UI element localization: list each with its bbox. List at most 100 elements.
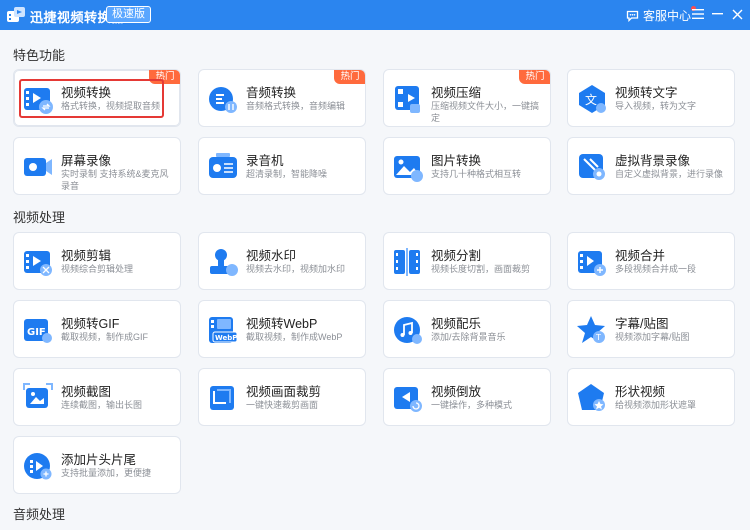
tool-description: 超清录制，智能降噪 xyxy=(246,169,328,179)
tool-card-intro-outro[interactable]: 添加片头片尾 支持批量添加，更便捷 xyxy=(13,436,181,494)
tool-description: 一键操作，多种模式 xyxy=(431,400,513,410)
tool-description: 自定义虚拟背景，进行录像 xyxy=(615,169,724,179)
music-icon xyxy=(394,317,422,344)
video-to-text-icon: 文 xyxy=(579,85,606,113)
tool-description: 视频添加字幕/贴图 xyxy=(615,332,690,342)
tool-card-video-to-text[interactable]: 文 视频转文字 导入视频，转为文字 xyxy=(567,69,735,127)
tool-card-watermark[interactable]: 视频水印 视频去水印，视频加水印 xyxy=(198,232,366,290)
tool-card-video-convert[interactable]: 视频转换 格式转换，视频提取音频 热门 xyxy=(13,69,181,127)
reverse-icon xyxy=(394,387,422,412)
svg-text:T: T xyxy=(595,333,601,342)
app-logo-icon xyxy=(7,7,25,22)
tool-name: 音频转换 xyxy=(246,86,297,100)
tool-card-gif[interactable]: GIF 视频转GIF 截取视频，制作成GIF xyxy=(13,300,181,358)
tool-card-screen-record[interactable]: 屏幕录像 实时录制 支持系统&麦克风录音 xyxy=(13,137,181,195)
tool-card-virtual-bg-record[interactable]: 虚拟背景录像 自定义虚拟背景，进行录像 xyxy=(567,137,735,195)
tool-card-video-split[interactable]: 视频分割 视频长度切割，画面裁剪 xyxy=(383,232,551,290)
tool-name: 字幕/贴图 xyxy=(615,317,669,331)
support-center-label: 客服中心 xyxy=(643,9,692,23)
crop-icon xyxy=(210,386,234,410)
minimize-button[interactable] xyxy=(708,5,726,23)
tool-name: 添加片头片尾 xyxy=(61,453,137,467)
tool-description: 连续截图，输出长图 xyxy=(61,400,143,410)
video-edit-icon xyxy=(24,251,52,276)
screenshot-icon xyxy=(23,383,53,408)
tool-name: 图片转换 xyxy=(431,154,482,168)
tool-card-video-compress[interactable]: 视频压缩 压缩视频文件大小，一键搞定 热门 xyxy=(383,69,551,127)
shape-video-icon xyxy=(578,384,605,411)
support-center-button[interactable]: 客服中心 xyxy=(626,6,697,24)
tool-name: 视频压缩 xyxy=(431,86,482,100)
tool-description: 添加/去除背景音乐 xyxy=(431,332,506,342)
tool-card-image-convert[interactable]: 图片转换 支持几十种格式相互转 xyxy=(383,137,551,195)
title-bar: 迅捷视频转换器 极速版 客服中心 xyxy=(0,0,750,30)
section-title-audio: 音频处理 xyxy=(13,507,66,522)
gif-icon: GIF xyxy=(24,319,52,343)
menu-button[interactable] xyxy=(689,5,707,23)
section-title-video: 视频处理 xyxy=(13,210,66,225)
tool-description: 实时录制 支持系统&麦克风录音 xyxy=(61,169,169,191)
intro-outro-icon xyxy=(24,453,52,480)
tool-card-video-edit[interactable]: 视频剪辑 视频综合剪辑处理 xyxy=(13,232,181,290)
tool-name: 形状视频 xyxy=(615,385,666,399)
tool-description: 导入视频，转为文字 xyxy=(615,101,697,111)
tool-description: 视频长度切割，画面裁剪 xyxy=(431,264,531,274)
tool-name: 录音机 xyxy=(246,154,284,168)
subtitle-sticker-icon: T xyxy=(577,316,605,343)
tool-card-shape-video[interactable]: 形状视频 给视频添加形状遮罩 xyxy=(567,368,735,426)
tool-description: 压缩视频文件大小，一键搞定 xyxy=(431,101,540,123)
webp-icon: WebP xyxy=(209,317,238,343)
tool-card-subtitle-sticker[interactable]: T 字幕/贴图 视频添加字幕/贴图 xyxy=(567,300,735,358)
close-icon xyxy=(732,9,742,19)
edition-badge: 极速版 xyxy=(106,6,151,23)
minimize-icon xyxy=(711,13,723,15)
tool-card-reverse[interactable]: 视频倒放 一键操作，多种模式 xyxy=(383,368,551,426)
tool-card-audio-convert[interactable]: 音频转换 音频格式转换，音频编辑 热门 xyxy=(198,69,366,127)
video-convert-icon xyxy=(24,88,53,114)
tool-description: 多段视频合并成一段 xyxy=(615,264,697,274)
tool-name: 视频分割 xyxy=(431,249,482,263)
hot-badge: 热门 xyxy=(519,70,550,84)
audio-convert-icon xyxy=(209,87,237,113)
tool-name: 视频转GIF xyxy=(61,317,120,331)
tool-name: 视频剪辑 xyxy=(61,249,112,263)
tool-name: 视频画面裁剪 xyxy=(246,385,322,399)
tool-description: 音频格式转换，音频编辑 xyxy=(246,101,346,111)
tool-card-webp[interactable]: WebP 视频转WebP 截取视频，制作成WebP xyxy=(198,300,366,358)
close-button[interactable] xyxy=(728,5,746,23)
tool-name: 虚拟背景录像 xyxy=(615,154,691,168)
screen-record-icon xyxy=(24,158,52,176)
tool-description: 视频综合剪辑处理 xyxy=(61,264,134,274)
tool-description: 一键快速裁剪画面 xyxy=(246,400,319,410)
tool-description: 支持几十种格式相互转 xyxy=(431,169,522,179)
tool-name: 视频合并 xyxy=(615,249,666,263)
tool-name: 视频截图 xyxy=(61,385,112,399)
hamburger-icon xyxy=(692,9,704,19)
hot-badge: 热门 xyxy=(149,70,180,84)
tool-name: 视频水印 xyxy=(246,249,297,263)
svg-text:文: 文 xyxy=(585,92,597,107)
video-split-icon xyxy=(394,248,420,276)
tool-description: 视频去水印，视频加水印 xyxy=(246,264,346,274)
tool-description: 给视频添加形状遮罩 xyxy=(615,400,697,410)
tool-card-video-merge[interactable]: 视频合并 多段视频合并成一段 xyxy=(567,232,735,290)
tool-card-crop[interactable]: 视频画面裁剪 一键快速裁剪画面 xyxy=(198,368,366,426)
video-compress-icon xyxy=(395,86,420,113)
recorder-icon xyxy=(209,153,237,178)
tool-description: 格式转换，视频提取音频 xyxy=(61,101,161,111)
tool-name: 屏幕录像 xyxy=(61,154,112,168)
watermark-icon xyxy=(210,249,238,276)
video-merge-icon xyxy=(578,251,606,276)
hot-badge: 热门 xyxy=(334,70,365,84)
tool-card-screenshot[interactable]: 视频截图 连续截图，输出长图 xyxy=(13,368,181,426)
tool-name: 视频配乐 xyxy=(431,317,482,331)
tool-name: 视频倒放 xyxy=(431,385,482,399)
tool-description: 截取视频，制作成WebP xyxy=(246,332,343,342)
chat-icon xyxy=(626,10,639,22)
svg-text:WebP: WebP xyxy=(215,334,237,342)
tool-description: 截取视频，制作成GIF xyxy=(61,332,148,342)
tool-card-recorder[interactable]: 录音机 超清录制，智能降噪 xyxy=(198,137,366,195)
section-title-featured: 特色功能 xyxy=(13,48,66,63)
tool-name: 视频转WebP xyxy=(246,317,318,331)
tool-card-music[interactable]: 视频配乐 添加/去除背景音乐 xyxy=(383,300,551,358)
